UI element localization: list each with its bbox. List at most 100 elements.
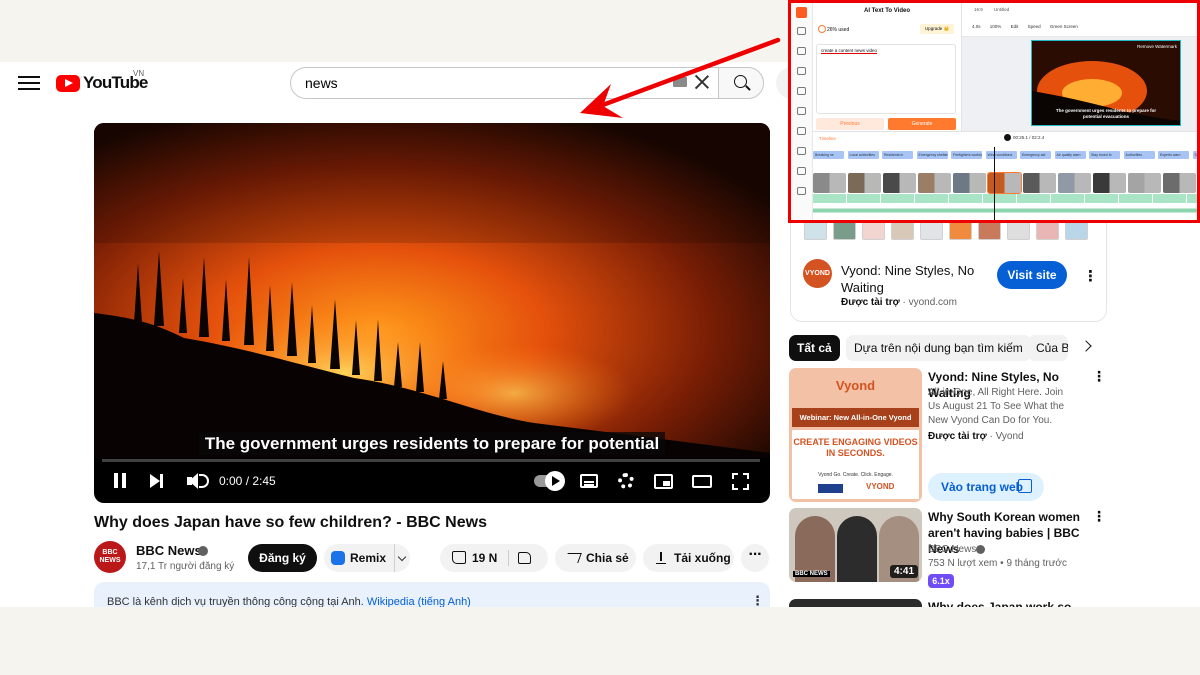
chip-from-channel[interactable]: Của BBC News bbox=[1028, 335, 1068, 361]
info-menu-icon[interactable] bbox=[751, 593, 764, 607]
text-clip[interactable]: Firefighters working bbox=[951, 151, 982, 159]
upgrade-button[interactable]: Upgrade 👑 bbox=[920, 24, 954, 34]
channel-info-text: BBC là kênh dịch vụ truyền thông công cộ… bbox=[107, 596, 364, 607]
text-clip[interactable]: Breaking ne bbox=[813, 151, 844, 159]
video-clip[interactable] bbox=[848, 173, 881, 193]
download-button[interactable]: Tải xuống bbox=[643, 544, 734, 572]
sponsor-more-icon[interactable]: ⋮ bbox=[1083, 267, 1098, 285]
generate-button[interactable]: Generate bbox=[888, 118, 956, 130]
video-clip[interactable] bbox=[1058, 173, 1091, 193]
chip-all[interactable]: Tất cả bbox=[789, 335, 840, 361]
theater-mode-icon[interactable] bbox=[692, 475, 712, 488]
video-subtitle: The government urges residents to prepar… bbox=[94, 432, 770, 455]
settings-icon[interactable] bbox=[618, 473, 634, 489]
search-box[interactable] bbox=[290, 67, 718, 99]
prompt-textarea[interactable]: create a content news video bbox=[816, 44, 956, 114]
video-clip[interactable] bbox=[953, 173, 986, 193]
miniplayer-icon[interactable] bbox=[654, 474, 673, 489]
video-frame bbox=[94, 123, 770, 458]
text-icon[interactable] bbox=[797, 67, 806, 75]
text-clip[interactable]: Emergency shelters bbox=[916, 151, 948, 159]
subtitles-icon[interactable] bbox=[580, 474, 598, 488]
playhead[interactable] bbox=[994, 147, 995, 220]
speed-badge: 6.1x bbox=[928, 574, 954, 588]
autoplay-toggle[interactable] bbox=[534, 471, 565, 491]
green-screen-button[interactable]: Green Screen bbox=[1050, 24, 1078, 29]
fullscreen-icon[interactable] bbox=[732, 473, 749, 490]
remove-watermark-button[interactable]: Remove Watermark bbox=[1137, 44, 1177, 49]
progress-bar[interactable] bbox=[102, 459, 760, 462]
elements-icon[interactable] bbox=[797, 127, 806, 135]
text-clip[interactable]: Authorities bbox=[1123, 151, 1155, 159]
text-track: Breaking ne Local authorities Residents in… bbox=[813, 151, 1197, 159]
sponsor-title[interactable]: Vyond: Nine Styles, No Waiting bbox=[841, 262, 981, 296]
video-clip[interactable] bbox=[883, 173, 916, 193]
edit-button[interactable]: Edit bbox=[1011, 24, 1019, 29]
video-thumbnail[interactable]: BBC NEWS 4:41 bbox=[789, 508, 922, 582]
youtube-logo[interactable]: YouTube VN bbox=[56, 69, 148, 94]
text-clip[interactable]: Wind conditions bbox=[985, 151, 1017, 159]
channel-name[interactable]: BBC News bbox=[136, 543, 202, 558]
subtitles-icon[interactable] bbox=[797, 87, 806, 95]
share-button[interactable]: Chia sẻ bbox=[555, 544, 636, 572]
preview-caption: The government urges residents to prepar… bbox=[1055, 108, 1157, 119]
video-clip[interactable] bbox=[1163, 173, 1196, 193]
next-icon[interactable] bbox=[148, 470, 166, 492]
related-video-title[interactable]: Why does Japan work so hard? | bbox=[928, 599, 1098, 607]
audio-track[interactable] bbox=[813, 194, 1197, 203]
like-button[interactable]: 19 N bbox=[440, 544, 548, 572]
text-clip[interactable]: Local authorities bbox=[847, 151, 879, 159]
sponsor-logo[interactable]: VYOND bbox=[803, 259, 832, 288]
pause-icon[interactable] bbox=[112, 470, 128, 492]
editor-preview[interactable]: Remove Watermark The government urges re… bbox=[1031, 40, 1181, 126]
subscribe-button[interactable]: Đăng ký bbox=[248, 544, 317, 572]
video-clip[interactable] bbox=[918, 173, 951, 193]
stickers-icon[interactable] bbox=[797, 107, 806, 115]
video-player[interactable]: The government urges residents to prepar… bbox=[94, 123, 770, 503]
video-clip[interactable] bbox=[813, 173, 846, 193]
channel-avatar[interactable]: BBC NEWS bbox=[94, 541, 126, 573]
editor-canvas-area: 16:9 Untitled 4.0s 100% Edit Speed Green… bbox=[961, 3, 1197, 131]
video-clip[interactable] bbox=[1093, 173, 1126, 193]
duration-control[interactable]: 4.0s bbox=[972, 24, 981, 29]
clear-search-icon[interactable] bbox=[693, 73, 711, 91]
more-actions-button[interactable]: ··· bbox=[741, 544, 769, 572]
hamburger-menu-icon[interactable] bbox=[18, 72, 40, 94]
transitions-icon[interactable] bbox=[797, 187, 806, 195]
text-clip[interactable]: Residents in bbox=[882, 151, 913, 159]
dislike-icon[interactable] bbox=[518, 552, 531, 564]
text-clip[interactable]: Stay tuned fo bbox=[1089, 151, 1120, 159]
text-clip[interactable]: Emergency aid bbox=[1020, 151, 1051, 159]
video-clip[interactable] bbox=[987, 172, 1022, 194]
remix-dropdown-icon[interactable] bbox=[394, 544, 395, 572]
project-name[interactable]: Untitled bbox=[994, 7, 1009, 12]
remix-button[interactable]: Remix bbox=[324, 544, 410, 572]
text-clip[interactable]: Air quality warn bbox=[1054, 151, 1086, 159]
ad-thumbnail[interactable]: Vyond Webinar: New All-in-One Vyond CREA… bbox=[789, 368, 922, 502]
aspect-ratio-select[interactable]: 16:9 bbox=[974, 7, 983, 12]
visit-site-button[interactable]: Visit site bbox=[997, 261, 1067, 289]
previous-button[interactable]: Previous bbox=[816, 118, 884, 130]
video-thumbnail[interactable] bbox=[789, 599, 922, 607]
visit-website-button[interactable]: Vào trang web bbox=[928, 473, 1044, 501]
chip-related[interactable]: Dựa trên nội dung bạn tìm kiếm bbox=[846, 335, 1031, 361]
video-clip[interactable] bbox=[1023, 173, 1056, 193]
keyboard-icon[interactable] bbox=[673, 77, 687, 87]
related-video-channel[interactable]: BBC News bbox=[928, 543, 976, 557]
ad-more-icon[interactable]: ⋮ bbox=[1092, 368, 1106, 385]
related-video-more-icon[interactable]: ⋮ bbox=[1092, 508, 1106, 525]
zoom-control[interactable]: 100% bbox=[990, 24, 1002, 29]
media-icon[interactable] bbox=[797, 47, 806, 55]
text-clip[interactable]: Experts warn bbox=[1158, 151, 1189, 159]
text-clip[interactable]: Stay bbox=[1192, 151, 1197, 159]
wikipedia-link[interactable]: Wikipedia (tiếng Anh) bbox=[367, 596, 471, 607]
search-input[interactable] bbox=[305, 75, 665, 91]
search-button[interactable] bbox=[718, 67, 764, 99]
templates-icon[interactable] bbox=[797, 27, 806, 35]
chevron-right-icon[interactable] bbox=[1080, 340, 1092, 352]
speed-button[interactable]: Speed bbox=[1028, 24, 1041, 29]
effects-icon[interactable] bbox=[797, 167, 806, 175]
video-clip[interactable] bbox=[1128, 173, 1161, 193]
audio-icon[interactable] bbox=[797, 147, 806, 155]
voice-track[interactable] bbox=[813, 206, 1197, 215]
